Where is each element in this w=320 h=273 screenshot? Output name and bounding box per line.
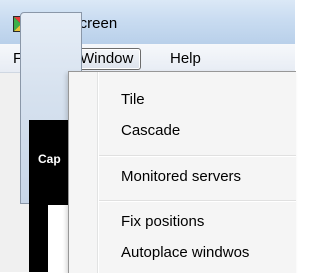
menu-item-tile[interactable]: Tile — [121, 91, 145, 108]
menu-item-fix-positions[interactable]: Fix positions — [121, 213, 204, 230]
menu-item-monitored-servers[interactable]: Monitored servers — [121, 168, 241, 185]
menu-icon-gutter — [97, 72, 99, 273]
window-dropdown-menu: Tile Cascade Monitored servers Fix posit… — [68, 71, 296, 273]
menu-separator — [99, 200, 296, 202]
child-window-caption: Cap — [38, 152, 61, 166]
menu-item-autoplace-windows[interactable]: Autoplace windwos — [121, 244, 249, 261]
menu-help[interactable]: Help — [163, 49, 208, 69]
menu-separator — [99, 155, 296, 157]
menu-item-cascade[interactable]: Cascade — [121, 122, 180, 139]
menu-window[interactable]: Window — [72, 48, 142, 70]
